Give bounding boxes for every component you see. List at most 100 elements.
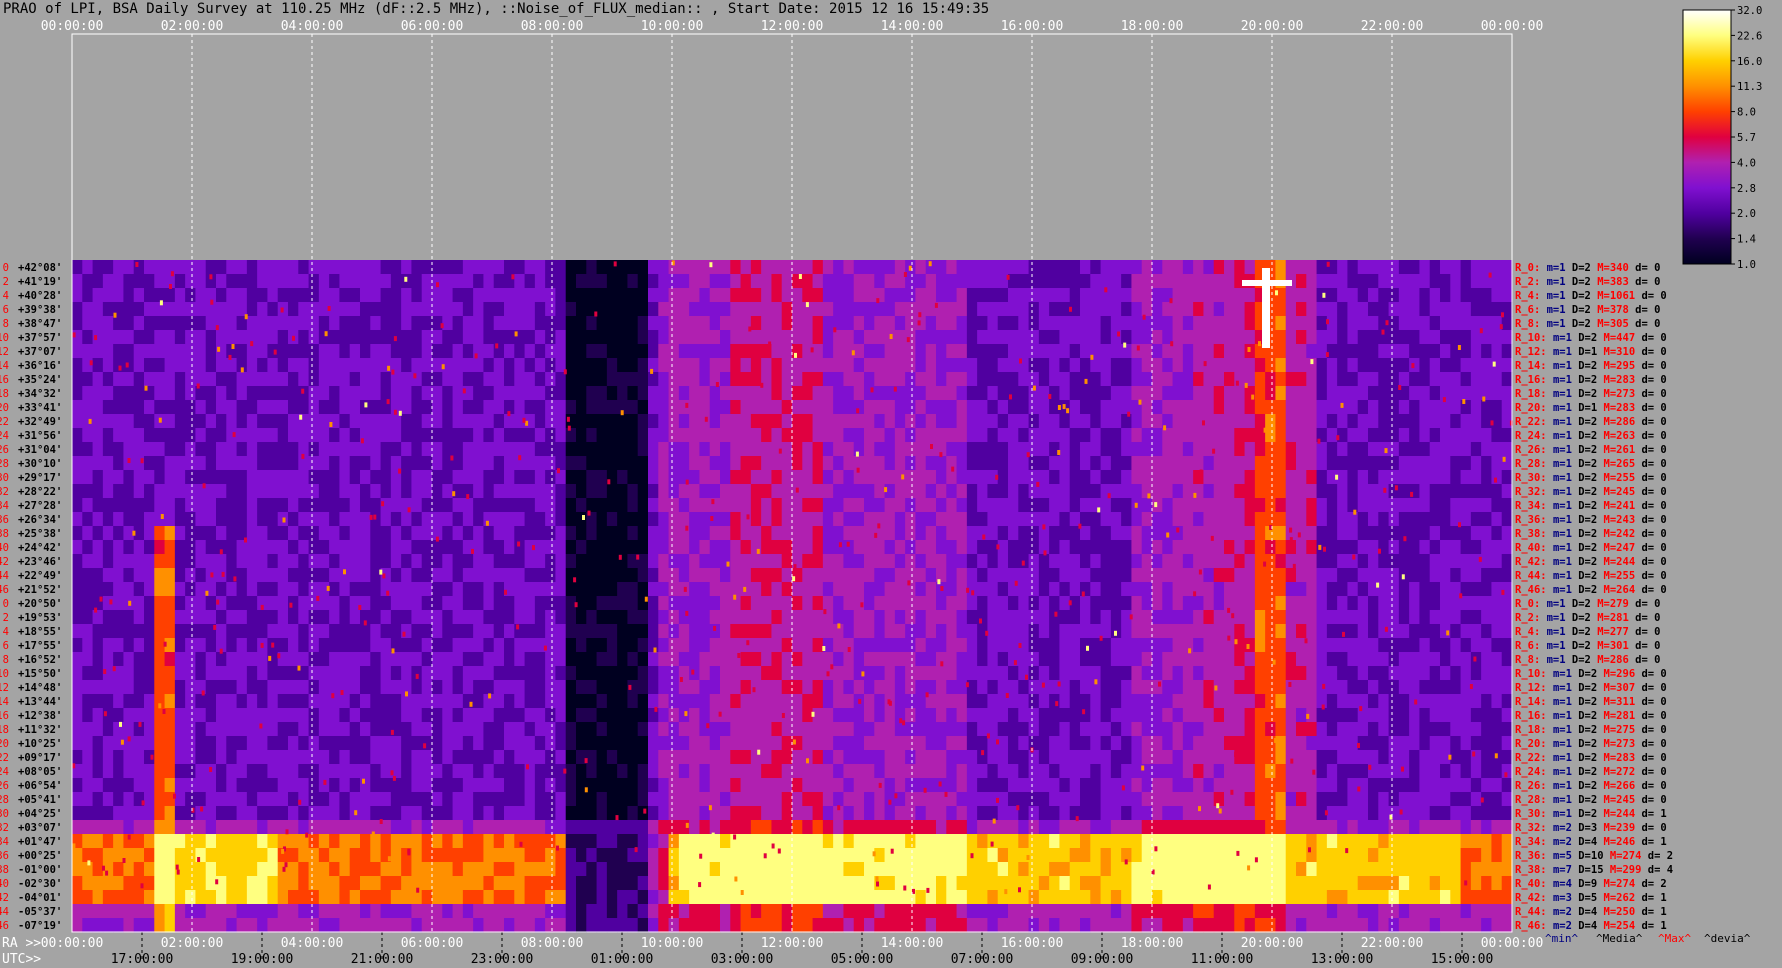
- row-stat: R_46: m=1 D=2 M=264 d= 0: [1515, 584, 1667, 596]
- declination-label: +24°42': [18, 542, 62, 554]
- row-stat: R_18: m=1 D=2 M=273 d= 0: [1515, 388, 1667, 400]
- stats-legend-item: ^min^: [1545, 932, 1578, 945]
- declination-label: +19°53': [18, 612, 62, 624]
- row-stat: R_16: m=1 D=2 M=283 d= 0: [1515, 374, 1667, 386]
- declination-label: +22°49': [18, 570, 62, 582]
- declination-label: +30°10': [18, 458, 62, 470]
- row-stat: R_18: m=1 D=2 M=275 d= 0: [1515, 724, 1667, 736]
- row-stat: R_24: m=1 D=2 M=263 d= 0: [1515, 430, 1667, 442]
- declination-label: +31°04': [18, 444, 62, 456]
- top-time-tick: 02:00:00: [161, 19, 224, 34]
- row-index-label: 4: [3, 290, 9, 302]
- row-index-label: 32: [0, 486, 9, 498]
- declination-label: +09°17': [18, 752, 62, 764]
- declination-label: +38°47': [18, 318, 62, 330]
- ra-tick: 18:00:00: [1121, 936, 1184, 951]
- declination-label: +05°41': [18, 794, 62, 806]
- row-stat: R_16: m=1 D=2 M=281 d= 0: [1515, 710, 1667, 722]
- declination-label: +29°17': [18, 472, 62, 484]
- ra-tick: 08:00:00: [521, 936, 584, 951]
- row-index-label: 38: [0, 528, 9, 540]
- declination-label: +40°28': [18, 290, 62, 302]
- row-index-label: 22: [0, 416, 9, 428]
- declination-label: +15°50': [18, 668, 62, 680]
- utc-tick: 05:00:00: [831, 952, 894, 967]
- top-time-tick: 18:00:00: [1121, 19, 1184, 34]
- utc-tick: 15:00:00: [1431, 952, 1494, 967]
- utc-tick: 01:00:00: [591, 952, 654, 967]
- row-stat: R_38: m=1 D=2 M=242 d= 0: [1515, 528, 1667, 540]
- declination-label: +21°52': [18, 584, 62, 596]
- row-stat: R_30: m=1 D=2 M=255 d= 0: [1515, 472, 1667, 484]
- row-index-label: 44: [0, 570, 9, 582]
- row-stat: R_44: m=2 D=4 M=250 d= 1: [1515, 906, 1667, 918]
- row-index-label: 24: [0, 766, 9, 778]
- utc-tick: 03:00:00: [711, 952, 774, 967]
- row-stat: R_12: m=1 D=2 M=307 d= 0: [1515, 682, 1667, 694]
- declination-label: +37°57': [18, 332, 62, 344]
- colorbar-tick-label: 5.7: [1737, 132, 1756, 144]
- declination-label: +13°44': [18, 696, 62, 708]
- row-stat: R_14: m=1 D=2 M=295 d= 0: [1515, 360, 1667, 372]
- row-stat: R_26: m=1 D=2 M=261 d= 0: [1515, 444, 1667, 456]
- row-index-label: 20: [0, 402, 9, 414]
- row-stat: R_22: m=1 D=2 M=283 d= 0: [1515, 752, 1667, 764]
- row-stat: R_34: m=2 D=4 M=246 d= 1: [1515, 836, 1667, 848]
- row-stat: R_36: m=5 D=10 M=274 d= 2: [1515, 850, 1673, 862]
- row-index-label: 14: [0, 696, 9, 708]
- row-stat: R_42: m=3 D=5 M=262 d= 1: [1515, 892, 1667, 904]
- utc-tick: 07:00:00: [951, 952, 1014, 967]
- row-stat: R_44: m=1 D=2 M=255 d= 0: [1515, 570, 1667, 582]
- utc-axis-label: UTC>>: [2, 952, 41, 967]
- row-stat: R_28: m=1 D=2 M=245 d= 0: [1515, 794, 1667, 806]
- row-index-label: 0: [3, 598, 9, 610]
- row-index-label: 24: [0, 430, 9, 442]
- colorbar-tick-label: 11.3: [1737, 81, 1762, 93]
- row-index-label: 30: [0, 808, 9, 820]
- row-index-label: 12: [0, 682, 9, 694]
- row-stat: R_6: m=1 D=2 M=301 d= 0: [1515, 640, 1660, 652]
- row-stat: R_38: m=7 D=15 M=299 d= 4: [1515, 864, 1673, 876]
- utc-tick: 23:00:00: [471, 952, 534, 967]
- row-index-label: 2: [3, 612, 9, 624]
- row-index-label: 40: [0, 542, 9, 554]
- declination-label: -04°01': [18, 892, 62, 904]
- row-index-label: 32: [0, 822, 9, 834]
- colorbar-tick-label: 16.0: [1737, 56, 1762, 68]
- colorbar-tick-label: 22.6: [1737, 30, 1762, 42]
- top-time-tick: 00:00:00: [41, 19, 104, 34]
- ra-axis: RA >> 00:00:00 02:00:00 04:00:00 06:00:00 08:…: [2, 936, 1543, 951]
- declination-label: +01°47': [18, 836, 62, 848]
- top-time-tick: 00:00:00: [1481, 19, 1544, 34]
- colorbar-tick-label: 8.0: [1737, 107, 1756, 119]
- declination-label: +39°38': [18, 304, 62, 316]
- colorbar-tick-label: 2.0: [1737, 208, 1756, 220]
- stats-legend-item: ^Max^: [1658, 932, 1691, 945]
- row-stat: R_40: m=4 D=9 M=274 d= 2: [1515, 878, 1667, 890]
- colorbar-tick-label: 1.4: [1737, 234, 1756, 246]
- row-index-label: 2: [3, 276, 9, 288]
- declination-label: +41°19': [18, 276, 62, 288]
- declination-label: -02°30': [18, 878, 62, 890]
- declination-label: +34°32': [18, 388, 62, 400]
- row-stat: R_36: m=1 D=2 M=243 d= 0: [1515, 514, 1667, 526]
- top-time-tick: 14:00:00: [881, 19, 944, 34]
- top-time-tick: 06:00:00: [401, 19, 464, 34]
- ra-tick: 00:00:00: [1481, 936, 1544, 951]
- row-index-label: 16: [0, 710, 9, 722]
- row-stat: R_42: m=1 D=2 M=244 d= 0: [1515, 556, 1667, 568]
- declination-label: +36°16': [18, 360, 62, 372]
- row-index-label: 10: [0, 668, 9, 680]
- row-index-label: 26: [0, 780, 9, 792]
- row-index-label: 10: [0, 332, 9, 344]
- stats-legend-item: ^devia^: [1704, 932, 1751, 945]
- declination-label: -05°37': [18, 906, 62, 918]
- colorbar-tick-label: 4.0: [1737, 157, 1756, 169]
- utc-tick: 19:00:00: [231, 952, 294, 967]
- declination-label: +25°38': [18, 528, 62, 540]
- declination-label: +00°25': [18, 850, 62, 862]
- row-stat: R_34: m=1 D=2 M=241 d= 0: [1515, 500, 1667, 512]
- row-stat: R_2: m=1 D=2 M=383 d= 0: [1515, 276, 1660, 288]
- declination-label: +12°38': [18, 710, 62, 722]
- declination-label: +18°55': [18, 626, 62, 638]
